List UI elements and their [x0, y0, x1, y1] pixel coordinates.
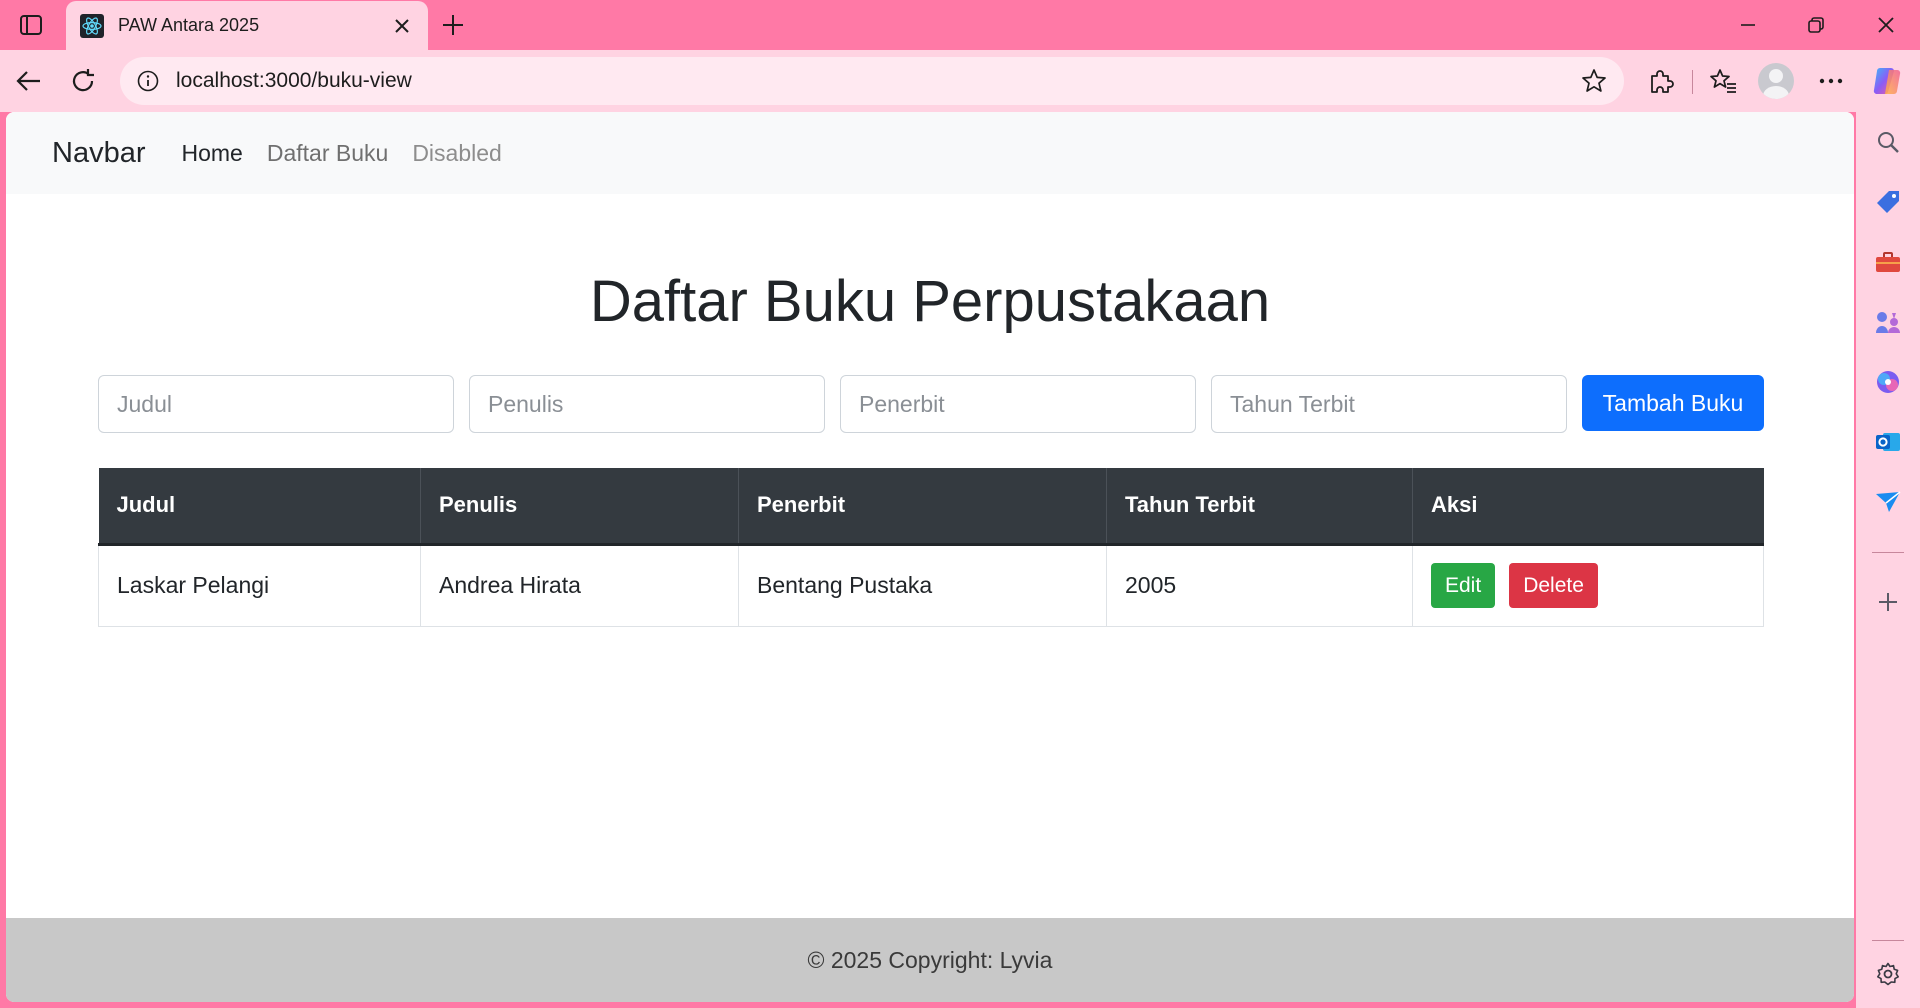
column-header-judul: Judul: [98, 468, 421, 546]
column-header-aksi: Aksi: [1412, 468, 1764, 546]
tahun-terbit-input[interactable]: [1211, 375, 1567, 433]
footer: © 2025 Copyright: Lyvia: [6, 918, 1854, 1002]
cell-tahun: 2005: [1106, 543, 1413, 627]
browser-sidebar: [1856, 112, 1920, 1008]
puzzle-icon[interactable]: [1642, 62, 1680, 100]
info-icon[interactable]: [134, 67, 162, 95]
cell-aksi: Edit Delete: [1412, 543, 1764, 627]
book-table: Judul Penulis Penerbit Tahun Terbit Aksi…: [98, 468, 1764, 627]
add-book-form: Tambah Buku: [98, 375, 1764, 433]
column-header-penerbit: Penerbit: [738, 468, 1107, 546]
favorites-icon[interactable]: [1704, 62, 1742, 100]
table-header-row: Judul Penulis Penerbit Tahun Terbit Aksi: [98, 468, 1764, 546]
edit-button[interactable]: Edit: [1431, 563, 1496, 608]
sidebar-divider: [1872, 552, 1904, 553]
cell-penulis: Andrea Hirata: [420, 543, 739, 627]
penerbit-input[interactable]: [840, 375, 1196, 433]
nav-link-daftar-buku[interactable]: Daftar Buku: [267, 140, 388, 167]
reload-icon[interactable]: [64, 62, 102, 100]
page-viewport: Navbar Home Daftar Buku Disabled Daftar …: [6, 112, 1854, 1002]
cell-penerbit: Bentang Pustaka: [738, 543, 1107, 627]
address-bar[interactable]: localhost:3000/buku-view: [120, 57, 1624, 105]
star-icon[interactable]: [1578, 65, 1610, 97]
judul-input[interactable]: [98, 375, 454, 433]
tab-title: PAW Antara 2025: [118, 15, 260, 35]
toolbar-divider: [1692, 70, 1693, 94]
plus-icon[interactable]: [436, 8, 470, 42]
footer-copyright: © 2025 Copyright: Lyvia: [807, 946, 1053, 973]
page-title: Daftar Buku Perpustakaan: [589, 269, 1271, 334]
browser-toolbar: localhost:3000/buku-view: [0, 50, 1920, 112]
column-header-penulis: Penulis: [420, 468, 739, 546]
browser-tab[interactable]: PAW Antara 2025: [66, 1, 428, 50]
nav-link-home[interactable]: Home: [182, 140, 243, 167]
sidebar-divider: [1872, 940, 1904, 941]
search-icon[interactable]: [1870, 124, 1906, 160]
restore-icon[interactable]: [1788, 8, 1844, 42]
back-arrow-icon[interactable]: [10, 62, 48, 100]
react-icon: [80, 13, 104, 38]
window-close-icon[interactable]: [1858, 8, 1914, 42]
delete-button[interactable]: Delete: [1509, 563, 1598, 608]
avatar[interactable]: [1758, 63, 1794, 99]
browser-tab-bar: PAW Antara 2025: [0, 0, 1920, 50]
column-header-tahun-terbit: Tahun Terbit: [1106, 468, 1413, 546]
penulis-input[interactable]: [469, 375, 825, 433]
games-icon[interactable]: [1870, 304, 1906, 340]
nav-link-disabled: Disabled: [412, 139, 502, 166]
minimize-icon[interactable]: [1720, 8, 1776, 42]
more-icon[interactable]: [1812, 62, 1850, 100]
copilot-apps-icon[interactable]: [1870, 364, 1906, 400]
settings-icon[interactable]: [1870, 956, 1906, 992]
send-icon[interactable]: [1870, 484, 1906, 520]
close-icon[interactable]: [390, 14, 414, 38]
tag-icon[interactable]: [1870, 184, 1906, 220]
copilot-icon[interactable]: [1868, 62, 1906, 100]
outlook-icon[interactable]: [1870, 424, 1906, 460]
navbar-brand[interactable]: Navbar: [52, 137, 146, 170]
table-row: Laskar Pelangi Andrea Hirata Bentang Pus…: [98, 543, 1764, 627]
url-text[interactable]: localhost:3000/buku-view: [176, 69, 1578, 93]
toolbox-icon[interactable]: [1870, 244, 1906, 280]
book-table-wrapper: Judul Penulis Penerbit Tahun Terbit Aksi…: [98, 468, 1764, 627]
navbar: Navbar Home Daftar Buku Disabled: [6, 112, 1854, 194]
add-book-button[interactable]: Tambah Buku: [1582, 375, 1764, 431]
tab-actions-icon[interactable]: [14, 10, 48, 40]
cell-judul: Laskar Pelangi: [98, 543, 421, 627]
add-icon[interactable]: [1870, 584, 1906, 620]
